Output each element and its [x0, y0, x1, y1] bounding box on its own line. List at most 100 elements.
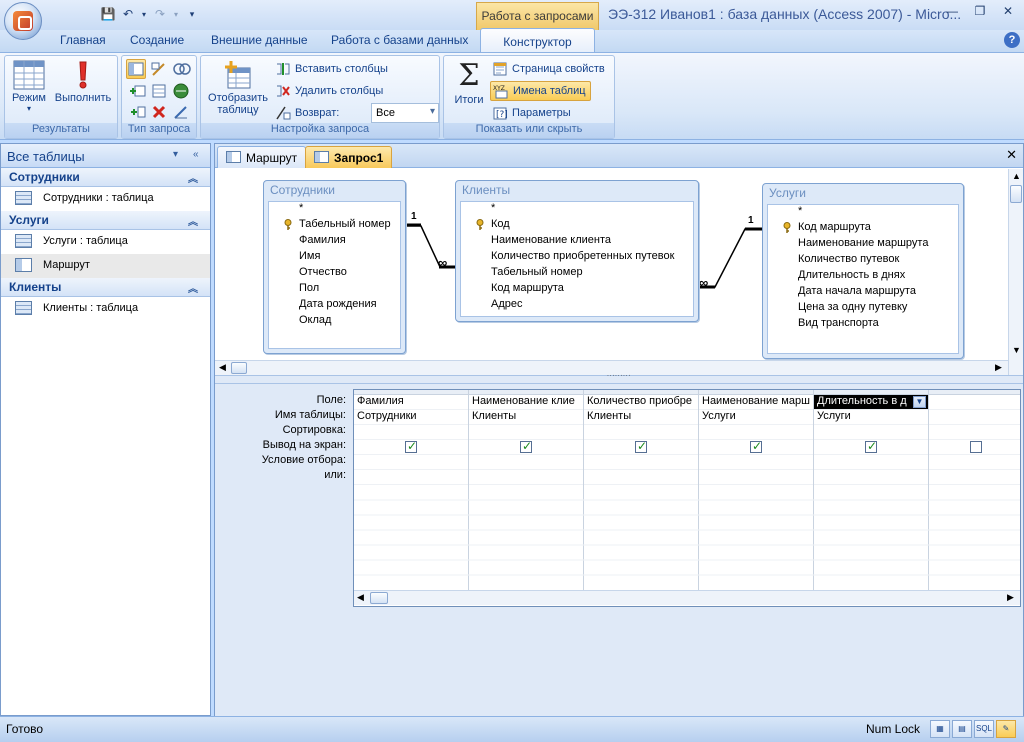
tab-home[interactable]: Главная [60, 33, 106, 47]
scroll-thumb[interactable] [231, 362, 247, 374]
scroll-right-icon[interactable]: ▶ [995, 362, 1002, 373]
field-item-key[interactable]: Табельный номер [269, 218, 400, 234]
tab-route-query[interactable]: Маршрут [217, 146, 307, 168]
tab-external-data[interactable]: Внешние данные [211, 33, 308, 47]
field-item[interactable]: Вид транспорта [768, 317, 958, 333]
nav-group-clients[interactable]: Клиенты ︽ [1, 278, 210, 297]
nav-item-clients-table[interactable]: Клиенты : таблица [1, 297, 210, 321]
field-item[interactable]: * [768, 205, 958, 221]
field-item[interactable]: Табельный номер [461, 266, 693, 282]
scroll-thumb[interactable] [370, 592, 388, 604]
view-button[interactable]: Режим ▾ [9, 60, 49, 113]
delete-columns-button[interactable]: Удалить столбцы [275, 83, 383, 99]
field-item[interactable]: Пол [269, 282, 400, 298]
tab-query1[interactable]: Запрос1 [305, 146, 393, 168]
field-item[interactable]: * [461, 202, 693, 218]
make-table-query-icon[interactable] [151, 61, 167, 77]
field-list-clients[interactable]: Клиенты * Код Наименование клиента Колич… [455, 180, 699, 322]
scroll-right-icon[interactable]: ▶ [1007, 592, 1014, 603]
customize-qat-icon[interactable]: ▾ [184, 9, 200, 20]
field-item[interactable]: Длительность в днях [768, 269, 958, 285]
office-button[interactable] [4, 2, 42, 40]
group-results: Режим ▾ Выполнить Результаты [4, 55, 118, 139]
diagram-vertical-scrollbar[interactable]: ▲ ▼ [1008, 169, 1023, 375]
field-item[interactable]: * [269, 202, 400, 218]
datasheet-view-icon[interactable]: ▦ [930, 720, 950, 738]
shutter-bar-icon[interactable]: « [193, 149, 199, 160]
save-icon[interactable]: 💾 [100, 7, 116, 21]
nav-header[interactable]: Все таблицы ▾ « [1, 144, 210, 168]
diagram-horizontal-scrollbar[interactable]: ◀ ▶ [215, 360, 1008, 375]
field-item[interactable]: Дата начала маршрута [768, 285, 958, 301]
tab-create[interactable]: Создание [130, 33, 184, 47]
field-item[interactable]: Количество путевок [768, 253, 958, 269]
return-combo[interactable]: Все [371, 103, 439, 123]
crosstab-query-icon[interactable] [173, 61, 191, 77]
nav-item-employees-table[interactable]: Сотрудники : таблица [1, 187, 210, 211]
nav-group-services[interactable]: Услуги ︽ [1, 211, 210, 230]
show-table-button[interactable]: Отобразить таблицу [204, 60, 272, 116]
data-definition-query-icon[interactable] [173, 104, 189, 120]
group-query-setup-label: Настройка запроса [201, 123, 439, 138]
collapse-icon[interactable]: ︽ [188, 213, 198, 228]
field-item[interactable]: Оклад [269, 314, 400, 330]
restore-button[interactable]: ❐ [970, 4, 990, 20]
field-item-key[interactable]: Код маршрута [768, 221, 958, 237]
table-names-button[interactable]: XYZ Имена таблиц [490, 81, 591, 101]
update-query-icon[interactable] [151, 83, 167, 99]
grid-horizontal-scrollbar[interactable]: ◀ ▶ [354, 590, 1020, 605]
parameters-button[interactable]: [?] Параметры [492, 105, 571, 121]
union-query-icon[interactable] [173, 83, 189, 99]
ribbon-tabs: Главная Создание Внешние данные Работа с… [0, 28, 1024, 52]
collapse-icon[interactable]: ︽ [188, 280, 198, 295]
scroll-thumb[interactable] [1010, 185, 1022, 203]
property-sheet-button[interactable]: Страница свойств [492, 61, 605, 77]
nav-menu-icon[interactable]: ▾ [173, 149, 178, 160]
collapse-icon[interactable]: ︽ [188, 170, 198, 185]
field-item[interactable]: Цена за одну путевку [768, 301, 958, 317]
tab-design[interactable]: Конструктор [480, 28, 595, 52]
select-query-button[interactable] [126, 59, 146, 79]
field-list-employees[interactable]: Сотрудники * Табельный номер Фамилия Имя… [263, 180, 406, 354]
field-item[interactable]: Адрес [461, 298, 693, 314]
undo-icon[interactable]: ↶ [120, 7, 136, 21]
quick-access-toolbar: 💾 ↶ ▾ ↷ ▾ ▾ [48, 4, 200, 24]
field-item[interactable]: Количество приобретенных путевок [461, 250, 693, 266]
sql-view-icon[interactable]: SQL [974, 720, 994, 738]
field-list-services[interactable]: Услуги * Код маршрута Наименование маршр… [762, 183, 964, 359]
view-switcher: ▦ ▤ SQL ✎ [930, 720, 1016, 738]
delete-query-icon[interactable] [151, 104, 167, 120]
help-icon[interactable]: ? [1004, 32, 1020, 48]
redo-dropdown-icon[interactable]: ▾ [172, 10, 180, 19]
field-item[interactable]: Код маршрута [461, 282, 693, 298]
run-button[interactable]: Выполнить [51, 60, 115, 104]
field-item[interactable]: Имя [269, 250, 400, 266]
redo-icon[interactable]: ↷ [152, 7, 168, 21]
field-item[interactable]: Отчество [269, 266, 400, 282]
minimize-button[interactable]: — [942, 4, 962, 20]
totals-button[interactable]: Σ Итоги [448, 60, 490, 107]
append-query-icon[interactable] [129, 83, 147, 99]
crosstab-icon[interactable] [129, 104, 147, 120]
undo-dropdown-icon[interactable]: ▾ [140, 10, 148, 19]
pane-splitter[interactable]: ˙˙˙˙˙˙˙˙˙ [215, 375, 1023, 384]
design-view-icon[interactable]: ✎ [996, 720, 1016, 738]
nav-group-employees[interactable]: Сотрудники ︽ [1, 168, 210, 187]
close-document-icon[interactable]: ✕ [1006, 147, 1017, 163]
insert-columns-button[interactable]: Вставить столбцы [275, 61, 388, 77]
nav-item-services-table[interactable]: Услуги : таблица [1, 230, 210, 254]
scroll-left-icon[interactable]: ◀ [357, 592, 364, 603]
close-button[interactable]: ✕ [998, 4, 1018, 20]
field-item[interactable]: Наименование маршрута [768, 237, 958, 253]
field-item[interactable]: Дата рождения [269, 298, 400, 314]
field-item-key[interactable]: Код [461, 218, 693, 234]
scroll-left-icon[interactable]: ◀ [219, 362, 226, 373]
field-item[interactable]: Фамилия [269, 234, 400, 250]
scroll-down-icon[interactable]: ▼ [1012, 345, 1021, 355]
primary-key-icon [783, 222, 791, 233]
field-item[interactable]: Наименование клиента [461, 234, 693, 250]
scroll-up-icon[interactable]: ▲ [1012, 171, 1021, 181]
pivot-table-view-icon[interactable]: ▤ [952, 720, 972, 738]
tab-database-tools[interactable]: Работа с базами данных [331, 33, 468, 47]
nav-item-route-query[interactable]: Маршрут [1, 254, 210, 278]
